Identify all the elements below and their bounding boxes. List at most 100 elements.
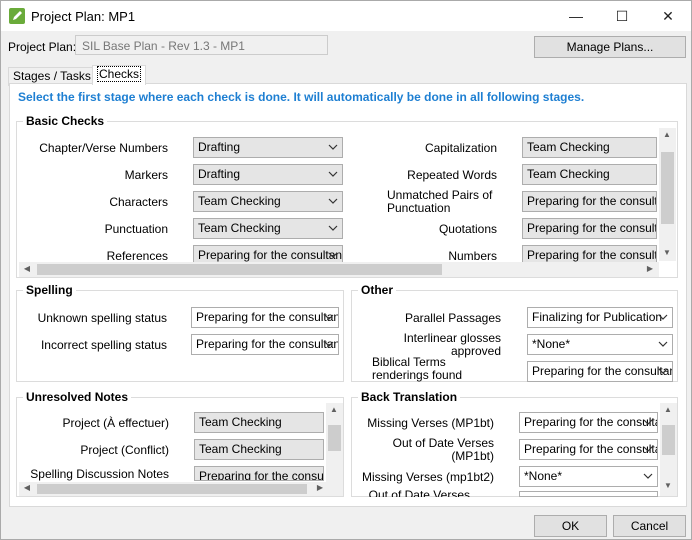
check-stage-select[interactable]: Preparing for the consultant <box>519 412 658 433</box>
scroll-thumb[interactable] <box>37 264 442 275</box>
check-stage-select[interactable]: Team Checking <box>193 218 343 239</box>
check-stage-select[interactable]: Preparing for the consultant <box>194 466 324 481</box>
check-label: Out of Date Verses <box>368 489 470 497</box>
selected-value: Team Checking <box>527 140 610 154</box>
chevron-down-icon <box>328 225 338 231</box>
check-stage-select[interactable]: Drafting <box>193 164 343 185</box>
selected-value: Team Checking <box>199 415 282 429</box>
check-label: Characters <box>109 194 168 209</box>
scroll-up-icon[interactable]: ▲ <box>660 130 674 139</box>
check-label: Interlinear glosses approved <box>403 331 501 358</box>
window-title: Project Plan: MP1 <box>31 9 136 24</box>
check-label: Spelling Discussion Notes <box>30 467 169 481</box>
scroll-up-icon[interactable]: ▲ <box>661 405 675 414</box>
selected-value: Preparing for the consultant <box>196 337 339 351</box>
instruction-text: Select the first stage where each check … <box>18 90 585 104</box>
check-stage-select[interactable] <box>519 491 658 497</box>
selected-value: Preparing for the consultant <box>524 442 658 456</box>
check-stage-select[interactable]: Team Checking <box>193 191 343 212</box>
scroll-thumb[interactable] <box>661 152 674 224</box>
check-stage-select[interactable]: Preparing for the consultant <box>527 361 673 382</box>
selected-value: Preparing for the consultant <box>524 415 658 429</box>
selected-value: Preparing for the consultant <box>527 248 656 262</box>
project-plan-field: SIL Base Plan - Rev 1.3 - MP1 <box>75 35 328 55</box>
app-icon <box>9 8 25 24</box>
chevron-down-icon <box>324 341 334 347</box>
check-stage-select[interactable]: Preparing for the consultant <box>522 191 657 212</box>
selected-value: Team Checking <box>198 221 281 235</box>
basic-checks-vertical-scrollbar[interactable]: ▲ ▼ <box>659 128 676 261</box>
unresolved-notes-vertical-scrollbar[interactable]: ▲ <box>326 403 343 483</box>
selected-value: Preparing for the consultant <box>527 221 656 235</box>
manage-plans-button[interactable]: Manage Plans... <box>534 36 686 58</box>
unresolved-notes-group: Unresolved Notes Project (À effectuer) T… <box>16 390 344 497</box>
checks-tab-page: Select the first stage where each check … <box>9 83 687 507</box>
basic-checks-horizontal-scrollbar[interactable]: ◀ ▶ <box>19 262 659 277</box>
ok-button[interactable]: OK <box>534 515 607 537</box>
project-plan-label: Project Plan: <box>8 40 77 54</box>
selected-value: Team Checking <box>198 194 281 208</box>
check-label: Chapter/Verse Numbers <box>39 140 168 155</box>
check-stage-select[interactable]: Team Checking <box>522 164 657 185</box>
scroll-left-icon[interactable]: ◀ <box>20 264 34 273</box>
check-stage-select[interactable]: Team Checking <box>194 412 324 433</box>
selected-value: Team Checking <box>199 442 282 456</box>
back-translation-title: Back Translation <box>358 390 461 404</box>
check-label: Project (À effectuer) <box>62 415 170 430</box>
scroll-up-icon[interactable]: ▲ <box>327 405 341 414</box>
check-label: Unknown spelling status <box>37 310 167 325</box>
unresolved-notes-horizontal-scrollbar[interactable]: ◀ ▶ <box>19 482 343 496</box>
selected-value: Drafting <box>198 140 241 154</box>
check-label: Out of Date Verses (MP1bt) <box>392 436 494 463</box>
chevron-down-icon <box>328 144 338 150</box>
basic-checks-group: Basic Checks Chapter/Verse Numbers Draft… <box>16 114 678 278</box>
check-label: Capitalization <box>424 140 497 155</box>
chevron-down-icon <box>658 341 668 347</box>
selected-value: Preparing for the consultant <box>198 248 343 262</box>
minimize-button[interactable]: — <box>553 1 599 31</box>
tab-checks-label: Checks <box>97 66 142 82</box>
tab-checks[interactable]: Checks <box>92 65 147 85</box>
title-bar: Project Plan: MP1 — ☐ ✕ <box>1 1 691 31</box>
selected-value: Preparing for the consultant <box>527 194 656 208</box>
check-stage-select[interactable]: Drafting <box>193 137 343 158</box>
selected-value: Drafting <box>198 167 241 181</box>
selected-value: *None* <box>524 469 563 483</box>
chevron-down-icon <box>328 198 338 204</box>
other-group: Other Parallel Passages Finalizing for P… <box>351 283 678 382</box>
check-stage-select[interactable]: Preparing for the consultant <box>191 307 339 328</box>
basic-checks-title: Basic Checks <box>23 114 108 128</box>
check-label: Punctuation <box>104 221 168 236</box>
scroll-thumb[interactable] <box>328 425 341 451</box>
chevron-down-icon <box>643 473 653 479</box>
selected-value: Preparing for the consultant <box>196 310 339 324</box>
back-translation-vertical-scrollbar[interactable]: ▲ ▼ <box>660 403 677 496</box>
scroll-down-icon[interactable]: ▼ <box>661 481 675 490</box>
selected-value: Preparing for the consultant <box>199 469 324 481</box>
check-stage-select[interactable]: Team Checking <box>194 439 324 460</box>
selected-value: Finalizing for Publication <box>532 310 663 324</box>
check-stage-select[interactable]: Preparing for the consultant <box>519 439 658 460</box>
project-plan-dialog: Project Plan: MP1 — ☐ ✕ Project Plan: SI… <box>0 0 692 540</box>
check-stage-select[interactable]: Team Checking <box>522 137 657 158</box>
scroll-right-icon[interactable]: ▶ <box>313 483 327 492</box>
check-stage-select[interactable]: Finalizing for Publication <box>527 307 673 328</box>
cancel-button[interactable]: Cancel <box>613 515 686 537</box>
scroll-thumb[interactable] <box>662 425 675 455</box>
check-label: Missing Verses (MP1bt) <box>367 415 494 430</box>
selected-value: *None* <box>532 337 571 351</box>
check-stage-select[interactable]: Preparing for the consultant <box>522 218 657 239</box>
check-stage-select[interactable]: *None* <box>519 466 658 487</box>
check-stage-select[interactable]: *None* <box>527 334 673 355</box>
check-label: Biblical Terms renderings found <box>372 355 463 382</box>
chevron-down-icon <box>643 446 653 452</box>
scroll-thumb[interactable] <box>37 484 307 494</box>
close-button[interactable]: ✕ <box>645 1 691 31</box>
check-stage-select[interactable]: Preparing for the consultant <box>191 334 339 355</box>
scroll-left-icon[interactable]: ◀ <box>20 483 34 492</box>
check-label: Quotations <box>438 221 497 236</box>
scroll-down-icon[interactable]: ▼ <box>660 248 674 257</box>
check-label: Markers <box>124 167 168 182</box>
maximize-button[interactable]: ☐ <box>599 1 645 31</box>
scroll-right-icon[interactable]: ▶ <box>643 264 657 273</box>
